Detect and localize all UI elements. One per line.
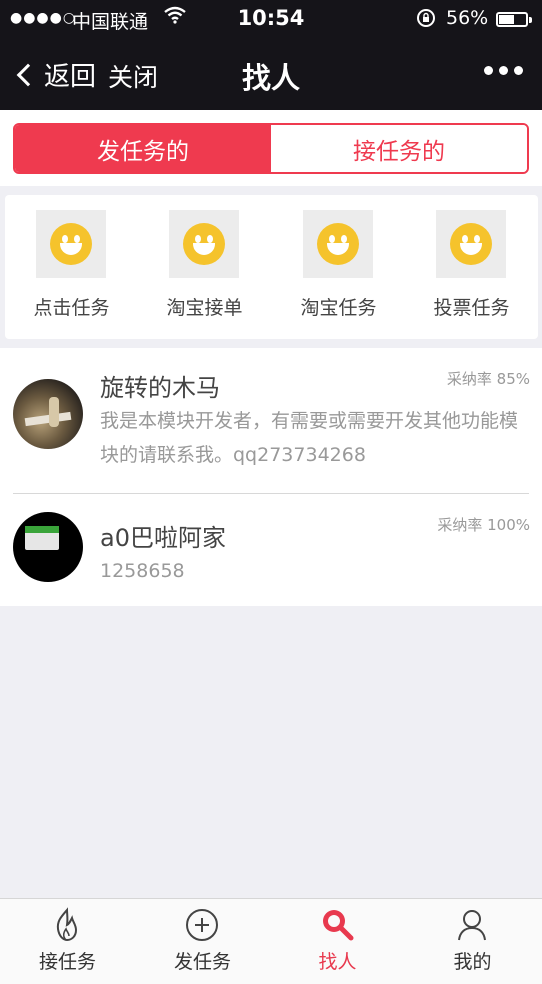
smiley-icon <box>450 223 492 265</box>
person-icon <box>454 907 490 943</box>
user-description: 我是本模块开发者，有需要或需要开发其他功能模块的请联系我。qq273734268 <box>100 410 519 466</box>
search-icon <box>319 907 355 943</box>
segment-tabs-container: 发任务的 接任务的 <box>0 110 542 186</box>
status-bar: ●●●●○ 中国联通 10:54 56% <box>0 0 542 38</box>
category-click-task[interactable]: 点击任务 <box>5 195 138 339</box>
smiley-icon <box>50 223 92 265</box>
page-title: 找人 <box>241 61 300 95</box>
category-label: 淘宝接单 <box>166 297 243 319</box>
avatar <box>13 379 83 449</box>
category-label: 点击任务 <box>33 297 110 319</box>
avatar <box>13 512 83 582</box>
tab-accept-task[interactable]: 接任务 <box>0 899 135 984</box>
category-taobao-task[interactable]: 淘宝任务 <box>272 195 405 339</box>
bottom-tab-bar: 接任务 发任务 找人 我的 <box>0 898 542 984</box>
user-name: 旋转的木马 <box>100 374 220 402</box>
flame-icon <box>49 907 85 943</box>
plus-circle-icon <box>184 907 220 943</box>
tab-label: 找人 <box>318 951 357 973</box>
category-vote-task[interactable]: 投票任务 <box>405 195 538 339</box>
category-label: 投票任务 <box>433 297 510 319</box>
category-tile <box>169 210 239 278</box>
tab-find-people[interactable]: 找人 <box>270 899 405 984</box>
smiley-icon <box>317 223 359 265</box>
list-item[interactable]: a0巴啦阿家 采纳率 100% 1258658 <box>0 494 542 606</box>
category-taobao-order[interactable]: 淘宝接单 <box>138 195 271 339</box>
smiley-icon <box>183 223 225 265</box>
segment-tabs: 发任务的 接任务的 <box>13 123 529 174</box>
category-tile <box>303 210 373 278</box>
tab-post-tasks[interactable]: 发任务的 <box>15 125 271 172</box>
accept-rate: 采纳率 85% <box>446 370 530 388</box>
battery-icon <box>496 12 532 27</box>
tab-post-task[interactable]: 发任务 <box>135 899 270 984</box>
category-tile <box>36 210 106 278</box>
user-list: 旋转的木马 采纳率 85% 我是本模块开发者，有需要或需要开发其他功能模块的请联… <box>0 348 542 606</box>
tab-mine[interactable]: 我的 <box>405 899 540 984</box>
rotation-lock-icon <box>416 8 436 33</box>
tab-label: 发任务 <box>173 951 231 973</box>
top-bar: ●●●●○ 中国联通 10:54 56% 返回 关闭 找人 <box>0 0 542 110</box>
task-category-grid: 点击任务 淘宝接单 淘宝任务 投票任务 <box>5 195 538 339</box>
category-tile <box>436 210 506 278</box>
more-dots-icon[interactable] <box>484 66 523 75</box>
accept-rate: 采纳率 100% <box>437 516 530 534</box>
tab-label: 我的 <box>453 951 492 973</box>
navigation-bar: 返回 关闭 找人 <box>0 38 542 110</box>
tab-accept-tasks[interactable]: 接任务的 <box>271 125 527 172</box>
user-description: 1258658 <box>100 560 185 582</box>
battery-percent: 56% <box>446 7 489 29</box>
tab-label: 接任务 <box>38 951 96 973</box>
user-name: a0巴啦阿家 <box>100 524 226 552</box>
category-label: 淘宝任务 <box>300 297 377 319</box>
list-item[interactable]: 旋转的木马 采纳率 85% 我是本模块开发者，有需要或需要开发其他功能模块的请联… <box>0 348 542 494</box>
